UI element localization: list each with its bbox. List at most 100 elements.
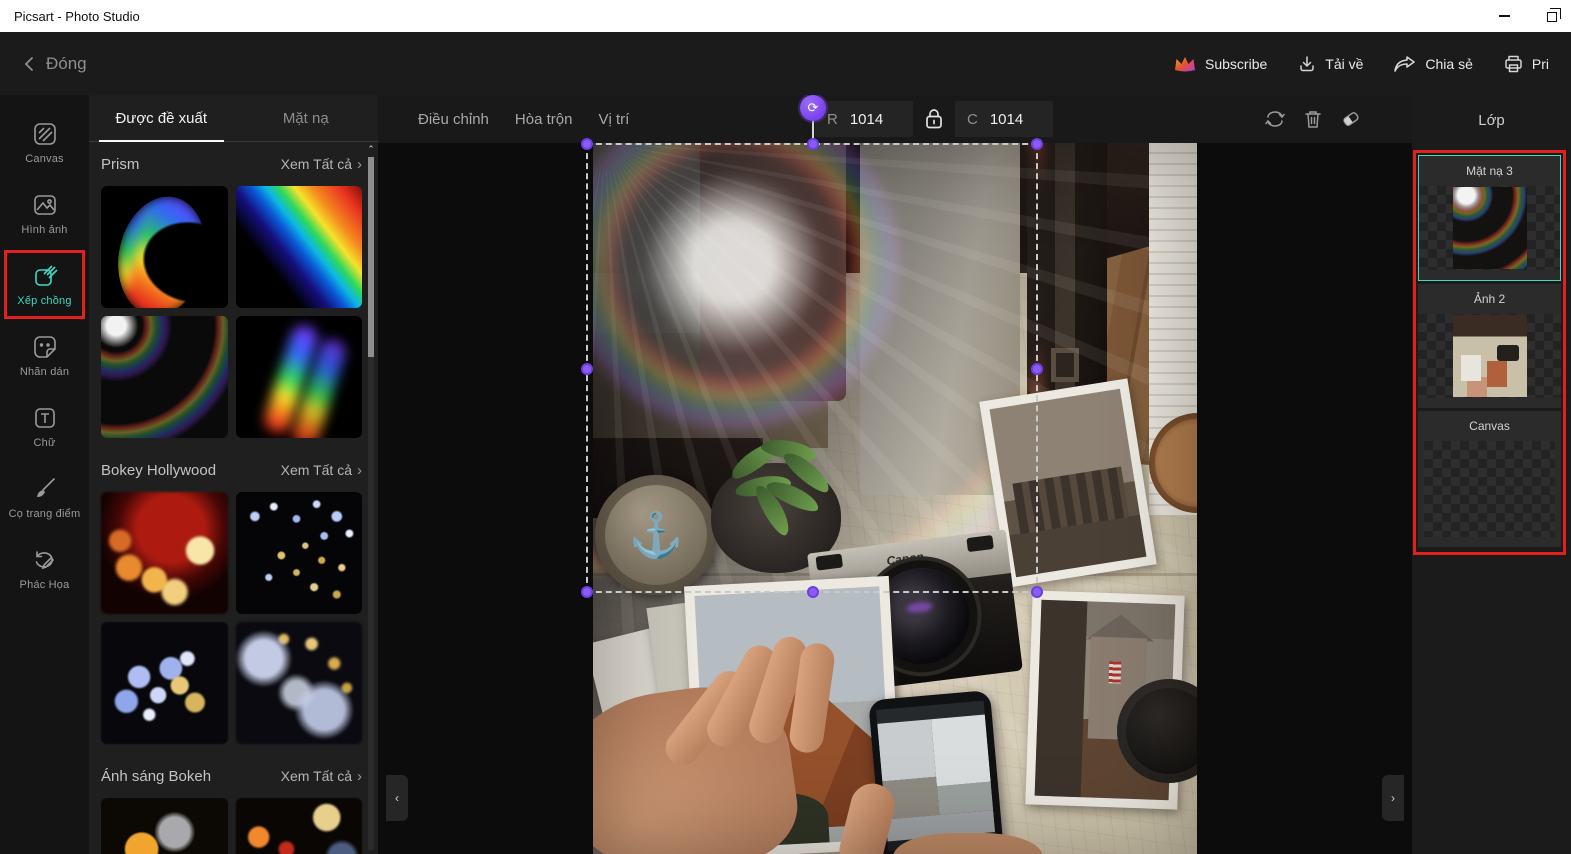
- sidebar-item-label: Chữ: [33, 436, 56, 449]
- collapse-right-panel-button[interactable]: ›: [1382, 775, 1404, 821]
- tab-blend[interactable]: Hòa trộn: [515, 111, 573, 128]
- layer-item-mask3[interactable]: Mặt nạ 3: [1418, 155, 1561, 281]
- resize-handle-middle-left[interactable]: [581, 363, 593, 375]
- canvas-photo[interactable]: MANUAL OF PRAYERS ⚓ Canon: [593, 143, 1197, 854]
- section-title-bokeh-light: Ánh sáng Bokeh: [101, 767, 212, 785]
- height-label: C: [967, 110, 978, 128]
- layer-thumbnail-canvas: [1424, 441, 1555, 537]
- layer-name: Ảnh 2: [1473, 292, 1506, 306]
- sidebar-item-image[interactable]: Hình ảnh: [0, 178, 89, 249]
- sidebar-item-sketch[interactable]: Phác Họa: [0, 533, 89, 604]
- scrollbar-thumb[interactable]: [368, 157, 374, 357]
- layer-item-canvas[interactable]: Canvas: [1418, 411, 1561, 547]
- text-icon: [34, 407, 55, 428]
- resize-handle-top-middle[interactable]: [807, 138, 819, 150]
- resize-handle-bottom-right[interactable]: [1031, 586, 1043, 598]
- canvas-workspace: Điều chỉnh Hòa trộn Vị trí R 1014 C 1014: [378, 95, 1412, 854]
- sidebar-item-label: Nhãn dán: [19, 365, 70, 378]
- app-topbar: Đóng Subscribe Tải về Chia sẻ Pri: [0, 32, 1571, 95]
- aspect-lock-icon[interactable]: [923, 106, 945, 132]
- rotation-handle[interactable]: ⟳: [800, 95, 826, 121]
- sidebar-item-sticker[interactable]: Nhãn dán: [0, 320, 89, 391]
- print-label: Pri: [1531, 55, 1549, 72]
- section-title-bokey-hollywood: Bokey Hollywood: [101, 461, 217, 479]
- overlay-thumb-bokeh-dots[interactable]: [235, 492, 362, 614]
- tab-adjust[interactable]: Điều chỉnh: [418, 111, 489, 128]
- height-value: 1014: [989, 110, 1024, 128]
- layer-thumbnail-mask: [1452, 187, 1527, 269]
- layer-name: Mặt nạ 3: [1466, 164, 1513, 178]
- download-button[interactable]: Tải về: [1289, 48, 1371, 80]
- print-button[interactable]: Pri: [1495, 48, 1557, 80]
- overlay-thumb-prism-gradient[interactable]: [235, 186, 362, 308]
- sidebar-item-label: Hình ảnh: [21, 223, 68, 236]
- tab-suggested[interactable]: Được đề xuất: [89, 95, 234, 142]
- crown-icon: [1175, 56, 1196, 71]
- photo-vignette: [593, 143, 1197, 854]
- overlay-thumb-bokeh-orange[interactable]: [101, 798, 228, 854]
- see-all-bokeh-light-link[interactable]: Xem Tất cả ›: [281, 768, 362, 785]
- see-all-prism-link[interactable]: Xem Tất cả ›: [281, 156, 362, 173]
- canvas-toolbar: Điều chỉnh Hòa trộn Vị trí R 1014 C 1014: [378, 95, 1412, 143]
- eraser-button[interactable]: [1340, 109, 1362, 129]
- resize-handle-top-left[interactable]: [581, 138, 593, 150]
- width-label: R: [827, 110, 838, 128]
- scroll-up-arrow[interactable]: ⌃: [367, 145, 375, 154]
- overlay-thumb-prism-rings[interactable]: [101, 316, 228, 438]
- image-icon: [33, 194, 56, 215]
- share-button[interactable]: Chia sẻ: [1385, 48, 1480, 80]
- tool-sidebar: Canvas Hình ảnh Xếp chồng Nhãn dán Chữ C…: [0, 95, 89, 854]
- overlay-thumb-bokeh-soft[interactable]: [235, 622, 362, 744]
- overlay-thumb-bokeh-mixed[interactable]: [235, 798, 362, 854]
- sticker-icon: [33, 335, 56, 358]
- width-input[interactable]: R 1014: [815, 101, 913, 137]
- layer-item-image2[interactable]: Ảnh 2: [1418, 284, 1561, 408]
- window-title: Picsart - Photo Studio: [14, 8, 140, 24]
- subscribe-label: Subscribe: [1205, 55, 1268, 72]
- overlay-thumb-bokeh-blue[interactable]: [101, 622, 228, 744]
- close-project-button[interactable]: Đóng: [22, 54, 87, 74]
- tab-position[interactable]: Vị trí: [598, 111, 629, 128]
- chevron-right-icon: ›: [357, 767, 362, 785]
- share-icon: [1394, 55, 1416, 72]
- restore-button[interactable]: [1543, 7, 1561, 25]
- resize-handle-bottom-middle[interactable]: [807, 586, 819, 598]
- panel-scrollbar[interactable]: ⌃: [367, 145, 375, 850]
- window-titlebar: Picsart - Photo Studio: [0, 0, 1571, 32]
- resize-handle-middle-right[interactable]: [1031, 363, 1043, 375]
- back-chevron-icon: [24, 56, 33, 71]
- delete-layer-button[interactable]: [1304, 109, 1322, 129]
- download-label: Tải về: [1325, 55, 1364, 72]
- height-input[interactable]: C 1014: [955, 101, 1053, 137]
- chevron-right-icon: ›: [357, 155, 362, 173]
- sidebar-item-overlay[interactable]: Xếp chồng: [0, 249, 89, 320]
- collapse-left-panel-button[interactable]: ‹: [386, 775, 408, 821]
- overlay-thumb-prism-arc[interactable]: [101, 186, 228, 308]
- see-all-bokey-link[interactable]: Xem Tất cả ›: [281, 462, 362, 479]
- overlay-thumb-prism-streaks[interactable]: [235, 316, 362, 438]
- trash-icon: [1305, 111, 1321, 128]
- panel-scroll-area[interactable]: Prism Xem Tất cả › Bokey Hollywood Xem Tấ…: [89, 142, 378, 854]
- resize-handle-top-right[interactable]: [1031, 138, 1043, 150]
- layers-panel: Lớp Mặt nạ 3 Ảnh 2 Canvas: [1412, 95, 1571, 854]
- eraser-icon: [1343, 112, 1359, 126]
- resize-handle-bottom-left[interactable]: [581, 586, 593, 598]
- sidebar-item-text[interactable]: Chữ: [0, 391, 89, 462]
- sidebar-item-label: Cọ trang điểm: [8, 507, 81, 520]
- tab-mask[interactable]: Mặt nạ: [234, 95, 379, 141]
- sidebar-item-makeup-brush[interactable]: Cọ trang điểm: [0, 462, 89, 533]
- minimize-button[interactable]: [1495, 7, 1513, 25]
- flip-button[interactable]: [1264, 110, 1286, 128]
- layer-name: Canvas: [1469, 419, 1510, 433]
- width-value: 1014: [849, 110, 884, 128]
- layer-thumbnail-photo: [1452, 315, 1527, 397]
- sketch-icon: [35, 550, 54, 569]
- sidebar-item-canvas[interactable]: Canvas: [0, 107, 89, 178]
- restore-icon: [1547, 8, 1561, 22]
- layers-panel-title: Lớp: [1478, 112, 1505, 129]
- chevron-right-icon: ›: [357, 461, 362, 479]
- overlay-thumb-bokeh-red[interactable]: [101, 492, 228, 614]
- download-icon: [1300, 55, 1315, 71]
- red-annotation-box-layers: Mặt nạ 3 Ảnh 2 Canvas: [1413, 150, 1566, 555]
- subscribe-button[interactable]: Subscribe: [1165, 48, 1275, 80]
